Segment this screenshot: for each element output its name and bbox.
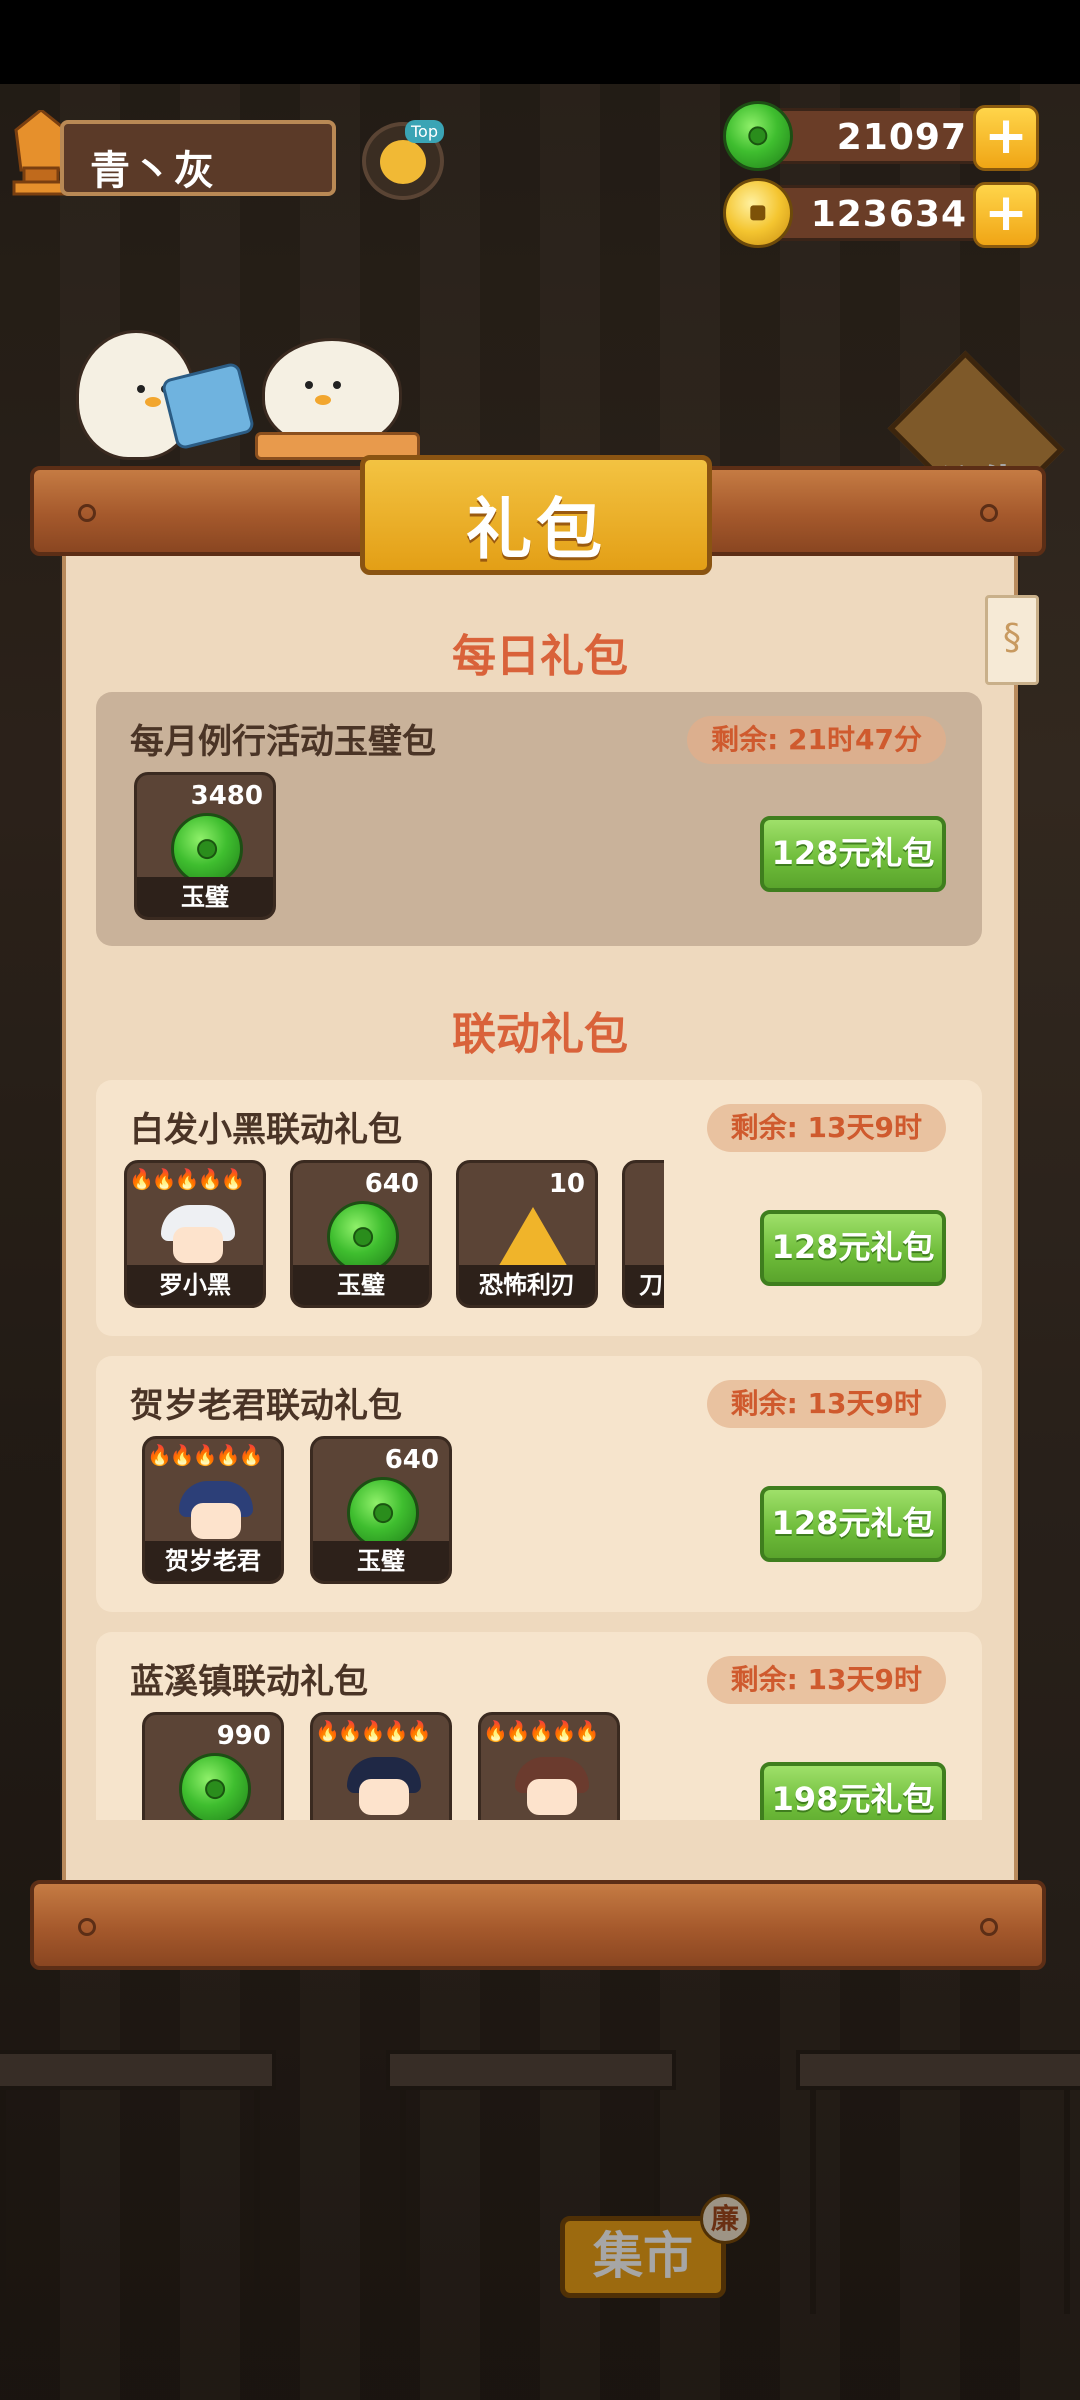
character-portrait [347, 1757, 421, 1819]
linked-pack-card: 白发小黑联动礼包 剩余: 13天9时 🔥🔥🔥🔥🔥 罗小黑 640 玉璧 10 恐… [96, 1080, 982, 1336]
remaining-time: 剩余: 13天9时 [706, 1656, 946, 1704]
scroll-rod-bottom [30, 1880, 1046, 1970]
buy-daily-pack-button[interactable]: 128元礼包 [760, 816, 946, 892]
coin-icon [723, 178, 793, 248]
player-name-box[interactable]: 青丶灰 [60, 120, 336, 196]
linked-pack-card: 贺岁老君联动礼包 剩余: 13天9时 🔥🔥🔥🔥🔥 贺岁老君 640 玉璧 128… [96, 1356, 982, 1612]
buy-linked-pack-button[interactable]: 128元礼包 [760, 1486, 946, 1562]
pack-item[interactable]: 990 [142, 1712, 284, 1820]
jade-amount: 21097 [836, 117, 967, 158]
pack-item[interactable]: 3480 玉璧 [134, 772, 276, 920]
pack-item[interactable]: 10 恐怖利刃 [456, 1160, 598, 1308]
coin-amount: 123634 [810, 194, 967, 235]
jade-icon [171, 813, 243, 885]
panel-title: 礼包 [466, 491, 606, 568]
player-name: 青丶灰 [90, 148, 216, 194]
linked-pack-list[interactable]: 白发小黑联动礼包 剩余: 13天9时 🔥🔥🔥🔥🔥 罗小黑 640 玉璧 10 恐… [62, 1040, 1018, 1820]
coin-resource-bar: 123634 + [723, 178, 1039, 248]
remaining-time: 剩余: 21时47分 [687, 716, 946, 764]
pack-item[interactable]: 640 玉璧 [290, 1160, 432, 1308]
remaining-time: 剩余: 13天9时 [706, 1380, 946, 1428]
daily-section-title: 每日礼包 [452, 631, 628, 682]
pack-item[interactable]: 🔥🔥🔥🔥🔥 罗小黑 [124, 1160, 266, 1308]
character-portrait [515, 1757, 589, 1819]
character-portrait [161, 1205, 235, 1267]
top-tag: Top [405, 120, 444, 143]
panel-title-plate: 礼包 [360, 455, 712, 575]
add-jade-button[interactable]: + [973, 105, 1039, 171]
pack-item[interactable]: 🔥🔥🔥🔥🔥 [310, 1712, 452, 1820]
pack-name: 白发小黑联动礼包 [130, 1110, 402, 1150]
jade-icon [179, 1753, 251, 1820]
character-portrait [179, 1481, 253, 1543]
pack-name: 每月例行活动玉璧包 [130, 722, 436, 762]
linked-pack-card: 蓝溪镇联动礼包 剩余: 13天9时 990 🔥🔥🔥🔥🔥 🔥🔥🔥🔥🔥 198元礼包 [96, 1632, 982, 1820]
pack-item[interactable]: 640 玉璧 [310, 1436, 452, 1584]
jade-icon [347, 1477, 419, 1549]
jade-icon [723, 101, 793, 171]
warning-blade-icon [497, 1207, 569, 1269]
pack-item[interactable]: 🔥🔥🔥🔥🔥 [478, 1712, 620, 1820]
pack-item[interactable]: 刀 [622, 1160, 664, 1308]
jade-resource-bar: 21097 + [723, 101, 1039, 171]
jade-icon [327, 1201, 399, 1273]
buy-linked-pack-button[interactable]: 198元礼包 [760, 1762, 946, 1820]
remaining-time: 剩余: 13天9时 [706, 1104, 946, 1152]
pack-item[interactable]: 🔥🔥🔥🔥🔥 贺岁老君 [142, 1436, 284, 1584]
add-coin-button[interactable]: + [973, 182, 1039, 248]
buy-linked-pack-button[interactable]: 128元礼包 [760, 1210, 946, 1286]
daily-pack-card: 每月例行活动玉璧包 剩余: 21时47分 3480 玉璧 128元礼包 [96, 692, 982, 946]
pack-name: 贺岁老君联动礼包 [130, 1386, 402, 1426]
pack-name: 蓝溪镇联动礼包 [130, 1662, 368, 1702]
